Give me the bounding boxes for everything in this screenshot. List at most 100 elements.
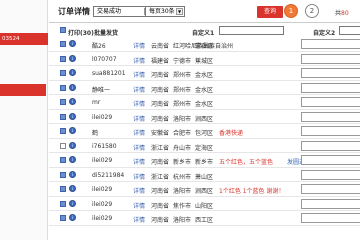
page-1-button[interactable]: 1 <box>284 4 298 18</box>
info-icon[interactable]: i <box>69 69 76 76</box>
order-list: i 酷26 详情 云南省 红河哈尼族彝族自治州 蒙自县 i l070707 详情 福建省 宁德市 蕉城… <box>49 37 360 226</box>
sidebar-item-active[interactable]: 03524 <box>0 33 48 45</box>
detail-link[interactable]: 详情 <box>133 70 145 79</box>
info-icon[interactable]: i <box>69 98 76 105</box>
detail-link[interactable]: 详情 <box>133 56 145 65</box>
buyer-id: l070707 <box>92 55 117 63</box>
bulk-ship-button[interactable]: 批量发货 <box>94 28 118 37</box>
row-input[interactable] <box>301 169 360 180</box>
city: 郑州市 <box>173 72 192 79</box>
row-checkbox[interactable] <box>60 171 66 178</box>
city: 合肥市 <box>173 130 192 137</box>
city: 新乡市 <box>173 159 192 166</box>
detail-link[interactable]: 详情 <box>133 114 145 123</box>
info-icon[interactable]: i <box>69 112 76 120</box>
buyer-id: ilei029 <box>92 200 113 208</box>
buyer-id: sua881201 <box>92 70 126 77</box>
main-panel: 订单详情 交易成功 ▼ 每页30条 ▼ 查询 1 2 共80 打印(30) 批量… <box>49 0 360 240</box>
info-icon[interactable]: i <box>69 214 76 221</box>
row-input[interactable] <box>301 155 360 165</box>
detail-link[interactable]: 详情 <box>133 215 145 224</box>
row-input[interactable] <box>301 126 360 136</box>
row-checkbox[interactable] <box>60 41 66 47</box>
detail-link[interactable]: 详情 <box>133 157 145 166</box>
row-checkbox[interactable] <box>60 99 66 105</box>
info-icon[interactable]: i <box>69 141 76 149</box>
page-2-button[interactable]: 2 <box>305 4 319 18</box>
row-input[interactable] <box>301 39 360 49</box>
district: 新乡市 <box>195 159 214 166</box>
row-checkbox[interactable] <box>60 55 66 62</box>
table-row: i 静唯一 详情 河南省 郑州市 金水区 <box>49 81 360 95</box>
detail-link[interactable]: 详情 <box>133 41 145 50</box>
info-icon[interactable]: i <box>69 40 76 47</box>
custom2-input[interactable] <box>339 26 360 35</box>
detail-link[interactable]: 详情 <box>133 172 145 181</box>
table-row: i sua881201 详情 河南省 郑州市 金水区 <box>49 66 360 81</box>
buyer-id: 静唯一 <box>92 86 111 94</box>
per-page-select[interactable]: 每页30条 ▼ <box>145 6 185 17</box>
row-input[interactable] <box>301 198 360 209</box>
info-icon[interactable]: i <box>69 156 76 163</box>
row-checkbox[interactable] <box>60 215 66 221</box>
province: 浙江省 <box>151 144 170 152</box>
detail-link[interactable]: 详情 <box>133 128 145 137</box>
buyer-id: 鹤 <box>92 130 99 137</box>
row-input[interactable] <box>301 184 360 194</box>
row-input[interactable] <box>301 213 360 223</box>
city: 郑州市 <box>173 86 192 94</box>
table-row: i ilei029 详情 河南省 洛阳市 西工区 <box>49 211 360 226</box>
sidebar: 03524 <box>0 0 48 240</box>
info-icon[interactable]: i <box>69 83 76 91</box>
info-icon[interactable]: i <box>69 199 76 207</box>
print-button[interactable]: 打印(30) <box>68 28 94 37</box>
detail-link[interactable]: 详情 <box>133 186 145 195</box>
table-row: i ilei029 详情 河南省 洛阳市 涧西区 <box>49 110 360 124</box>
row-checkbox[interactable] <box>60 200 66 207</box>
row-checkbox[interactable] <box>60 84 66 91</box>
province: 河南省 <box>151 115 170 123</box>
row-checkbox[interactable] <box>60 128 66 134</box>
custom1-input[interactable] <box>219 26 284 35</box>
info-icon[interactable]: i <box>69 127 76 134</box>
table-row: i ilei029 详情 河南省 新乡市 新乡市 五个红色，五个蓝色 发圆通 <box>49 153 360 168</box>
province: 河南省 <box>151 86 170 94</box>
info-icon[interactable]: i <box>69 185 76 192</box>
row-checkbox[interactable] <box>60 142 66 149</box>
detail-link[interactable]: 详情 <box>133 99 145 108</box>
detail-link[interactable]: 详情 <box>133 201 145 210</box>
row-checkbox[interactable] <box>60 113 66 120</box>
status-select[interactable]: 交易成功 ▼ <box>93 6 153 17</box>
total-number: 80 <box>341 10 349 17</box>
row-input[interactable] <box>301 68 360 78</box>
detail-link[interactable]: 详情 <box>133 143 145 152</box>
province: 安徽省 <box>151 130 170 137</box>
row-input[interactable] <box>301 97 360 107</box>
row-input[interactable] <box>301 53 360 64</box>
row-input[interactable] <box>301 111 360 122</box>
province: 河南省 <box>151 72 170 79</box>
table-row: i l070707 详情 福建省 宁德市 蕉城区 <box>49 52 360 66</box>
city: 杭州市 <box>173 173 192 181</box>
province: 河南省 <box>151 188 170 195</box>
info-icon[interactable]: i <box>69 54 76 62</box>
city: 洛阳市 <box>173 115 192 123</box>
select-all-checkbox[interactable] <box>60 27 66 33</box>
sidebar-item-highlight[interactable] <box>0 84 46 96</box>
row-checkbox[interactable] <box>60 157 66 163</box>
query-button[interactable]: 查询 <box>257 6 283 18</box>
district: 涧西区 <box>195 188 214 195</box>
buyer-id: ilei029 <box>92 186 113 193</box>
city: 郑州市 <box>173 101 192 108</box>
divider <box>49 22 360 23</box>
row-input[interactable] <box>301 140 360 151</box>
info-icon[interactable]: i <box>69 170 76 178</box>
detail-link[interactable]: 详情 <box>133 85 145 94</box>
row-input[interactable] <box>301 82 360 93</box>
buyer-id: ilei029 <box>92 215 113 222</box>
city: 洛阳市 <box>173 217 192 224</box>
table-row: i mr 详情 河南省 郑州市 金水区 <box>49 95 360 110</box>
row-checkbox[interactable] <box>60 70 66 76</box>
buyer-id: ilei029 <box>92 113 113 121</box>
row-checkbox[interactable] <box>60 186 66 192</box>
